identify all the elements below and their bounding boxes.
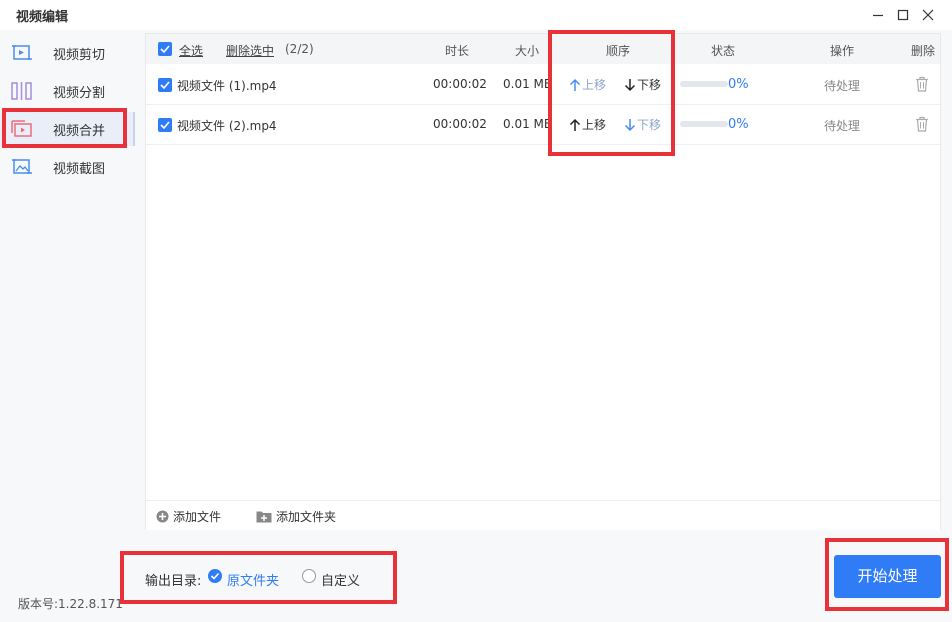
- sidebar-item-video-merge[interactable]: 视频合并: [0, 112, 135, 146]
- table-row: 视频文件 (2).mp4 00:00:02 0.01 MB 上移 下移 0% 待…: [146, 105, 940, 145]
- radio-custom[interactable]: [302, 569, 316, 583]
- panel-footer: 添加文件 添加文件夹: [146, 500, 940, 530]
- progress-percent: 0%: [728, 77, 749, 92]
- add-circle-icon: [156, 510, 169, 523]
- file-size: 0.01 MB: [503, 117, 550, 131]
- trash-icon[interactable]: [915, 116, 929, 132]
- file-size: 0.01 MB: [503, 77, 550, 91]
- file-name: 视频文件 (1).mp4: [177, 79, 277, 93]
- file-name: 视频文件 (2).mp4: [177, 119, 277, 133]
- version-label: 版本号:1.22.8.171: [18, 597, 123, 611]
- close-icon[interactable]: [918, 5, 938, 25]
- table-header: 全选 删除选中 (2/2) 时长 大小 顺序 状态 操作 删除: [146, 34, 940, 64]
- sidebar-item-label: 视频分割: [53, 86, 106, 101]
- move-up-button[interactable]: 上移: [569, 116, 606, 133]
- select-all-link[interactable]: 全选: [179, 42, 203, 59]
- move-up-label: 上移: [582, 78, 607, 92]
- progress-percent: 0%: [728, 117, 749, 132]
- arrow-up-icon: [569, 78, 581, 91]
- add-file-label: 添加文件: [173, 510, 222, 524]
- file-list-panel: 全选 删除选中 (2/2) 时长 大小 顺序 状态 操作 删除 视频文件 (1)…: [145, 33, 941, 530]
- selected-count: (2/2): [285, 42, 314, 56]
- video-split-icon: [11, 81, 33, 101]
- add-file-button[interactable]: 添加文件: [156, 508, 221, 525]
- sidebar-item-video-cut[interactable]: 视频剪切: [0, 36, 135, 70]
- trash-icon[interactable]: [915, 76, 929, 92]
- sidebar-item-label: 视频剪切: [53, 48, 106, 63]
- arrow-up-icon: [569, 118, 581, 131]
- column-header-delete: 删除: [911, 44, 936, 58]
- move-down-button[interactable]: 下移: [624, 116, 661, 133]
- row-checkbox[interactable]: [158, 78, 172, 92]
- window-title: 视频编辑: [16, 10, 69, 25]
- check-icon: [210, 572, 220, 580]
- column-header-status: 状态: [711, 44, 736, 58]
- video-merge-icon: [11, 119, 33, 139]
- column-header-action: 操作: [830, 44, 855, 58]
- select-all-checkbox[interactable]: [158, 42, 172, 56]
- column-header-size: 大小: [515, 44, 540, 58]
- delete-selected-link[interactable]: 删除选中: [226, 42, 274, 59]
- file-duration: 00:00:02: [433, 117, 487, 131]
- maximize-icon[interactable]: [893, 5, 913, 25]
- row-checkbox[interactable]: [158, 118, 172, 132]
- sidebar-item-video-screenshot[interactable]: 视频截图: [0, 150, 135, 184]
- title-bar: 视频编辑: [0, 0, 952, 30]
- move-up-button[interactable]: 上移: [569, 76, 606, 93]
- progress-bar: [680, 121, 728, 127]
- original-folder-label[interactable]: 原文件夹: [227, 570, 279, 589]
- add-folder-icon: [256, 511, 272, 523]
- sidebar-item-label: 视频截图: [53, 162, 106, 177]
- table-row: 视频文件 (1).mp4 00:00:02 0.01 MB 上移 下移 0% 待…: [146, 65, 940, 105]
- arrow-down-icon: [624, 118, 636, 131]
- custom-label[interactable]: 自定义: [321, 570, 360, 589]
- move-down-label: 下移: [637, 118, 662, 132]
- radio-original-folder[interactable]: [208, 569, 222, 583]
- progress-bar: [680, 81, 728, 87]
- add-folder-label: 添加文件夹: [276, 510, 337, 524]
- video-cut-icon: [11, 43, 33, 63]
- row-action-status: 待处理: [824, 79, 861, 93]
- output-label: 输出目录:: [145, 574, 202, 589]
- column-header-order: 顺序: [606, 44, 631, 58]
- arrow-down-icon: [624, 78, 636, 91]
- start-processing-button[interactable]: 开始处理: [834, 555, 941, 598]
- sidebar-item-video-split[interactable]: 视频分割: [0, 74, 135, 108]
- file-duration: 00:00:02: [433, 77, 487, 91]
- minimize-icon[interactable]: [868, 5, 888, 25]
- column-header-duration: 时长: [445, 44, 470, 58]
- move-up-label: 上移: [582, 118, 607, 132]
- add-folder-button[interactable]: 添加文件夹: [256, 508, 336, 525]
- move-down-button[interactable]: 下移: [624, 76, 661, 93]
- move-down-label: 下移: [637, 78, 662, 92]
- sidebar-item-label: 视频合并: [53, 124, 106, 139]
- sidebar: 视频剪切 视频分割 视频合并 视频截图: [0, 30, 135, 622]
- row-action-status: 待处理: [824, 119, 861, 133]
- video-screenshot-icon: [11, 157, 33, 177]
